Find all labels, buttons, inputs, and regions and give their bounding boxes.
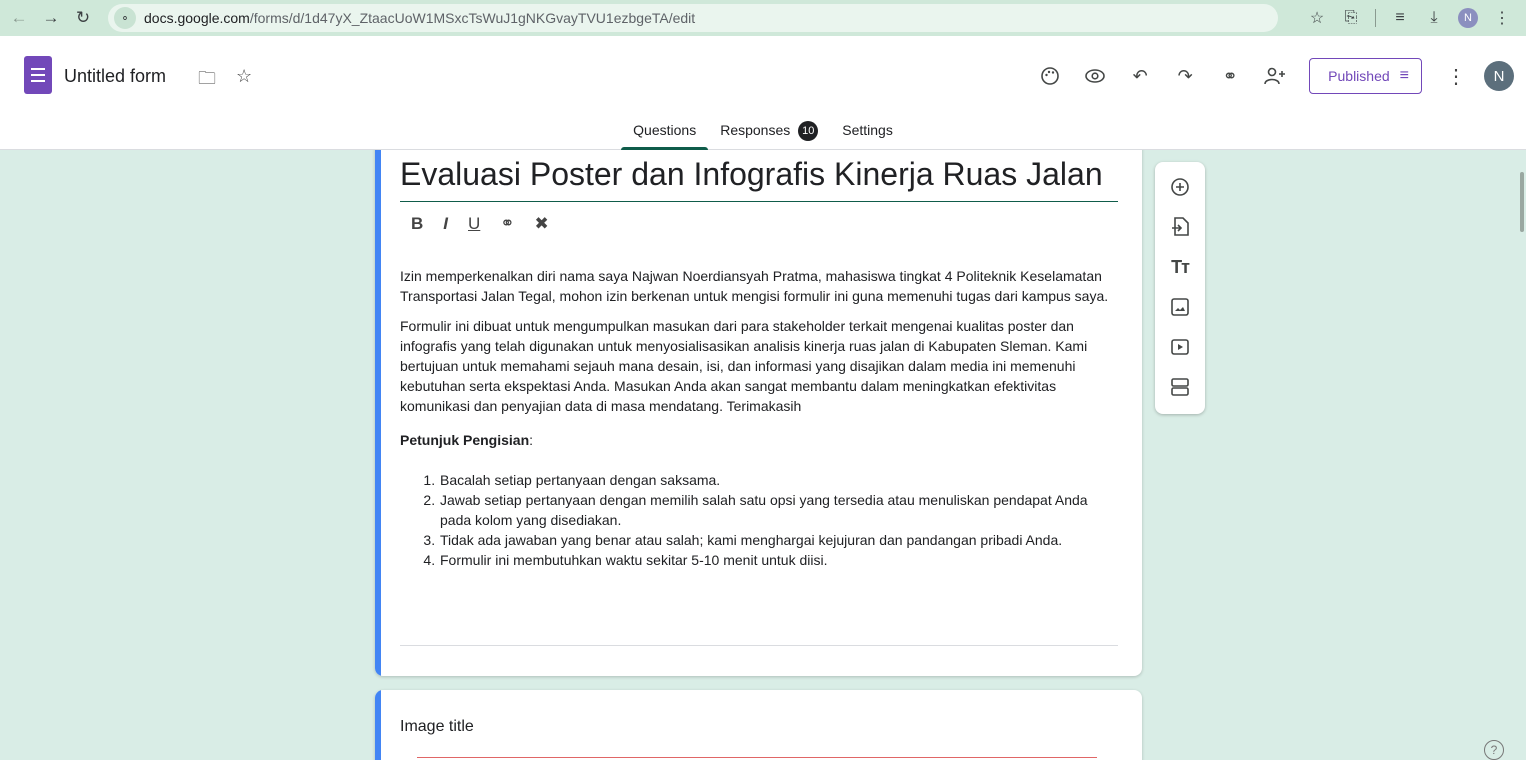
bold-icon[interactable]: B: [411, 214, 423, 234]
add-video-icon[interactable]: [1169, 336, 1191, 358]
extensions-icon[interactable]: ⎘: [1341, 9, 1361, 27]
form-editor-canvas: Evaluasi Poster dan Infografis Kinerja R…: [0, 150, 1526, 760]
undo-icon[interactable]: ↶: [1121, 57, 1159, 95]
tune-icon: ≡: [1399, 67, 1409, 84]
form-toolbar: ↶ ↷ ⚭ Published ≡ ⋮ N: [1031, 56, 1526, 96]
instructions-heading-colon: :: [529, 432, 534, 448]
floating-add-toolbar: Tт: [1155, 162, 1205, 414]
list-item: Jawab setiap pertanyaan dengan memilih s…: [439, 490, 1118, 530]
add-section-icon[interactable]: [1169, 376, 1191, 398]
instructions-heading: Petunjuk Pengisian:: [400, 430, 1118, 450]
add-title-icon[interactable]: Tт: [1169, 256, 1191, 278]
back-icon[interactable]: ←: [6, 5, 32, 31]
palette-icon[interactable]: [1031, 57, 1069, 95]
responses-count-badge: 10: [798, 121, 819, 141]
page-scrollbar[interactable]: [1520, 172, 1524, 232]
star-icon[interactable]: ☆: [236, 66, 252, 87]
insert-link-icon[interactable]: ⚭: [500, 214, 514, 234]
tab-label: Settings: [842, 122, 893, 138]
description-paragraph: Izin memperkenalkan diri nama saya Najwa…: [400, 268, 1109, 304]
image-placeholder-edge: [417, 757, 1097, 758]
media-control-icon[interactable]: ≡: [1390, 9, 1410, 27]
form-title-input[interactable]: Evaluasi Poster dan Infografis Kinerja R…: [400, 156, 1118, 202]
published-button[interactable]: Published ≡: [1309, 58, 1422, 94]
form-header-card[interactable]: Evaluasi Poster dan Infografis Kinerja R…: [375, 150, 1142, 676]
toolbar-divider: [1375, 9, 1376, 27]
redo-icon[interactable]: ↷: [1166, 57, 1204, 95]
underline-icon[interactable]: U: [468, 214, 480, 234]
image-title-input[interactable]: Image title: [400, 718, 474, 736]
description-paragraph: Formulir ini dibuat untuk mengumpulkan m…: [400, 318, 1088, 414]
tab-label: Questions: [633, 122, 697, 138]
form-doc-title[interactable]: Untitled form: [64, 66, 166, 87]
help-icon[interactable]: ?: [1484, 740, 1504, 760]
browser-profile-avatar[interactable]: N: [1458, 8, 1478, 28]
url-text[interactable]: docs.google.com/forms/d/1d47yX_ZtaacUoW1…: [144, 10, 695, 26]
tab-responses[interactable]: Responses 10: [708, 120, 830, 150]
browser-toolbar: ← → ↻ ⚬ docs.google.com/forms/d/1d47yX_Z…: [0, 0, 1526, 36]
image-item-card[interactable]: Image title: [375, 690, 1142, 760]
list-item: Formulir ini membutuhkan waktu sekitar 5…: [439, 550, 1118, 570]
description-underline: [400, 645, 1118, 646]
list-item: Bacalah setiap pertanyaan dengan saksama…: [439, 470, 1118, 490]
move-to-folder-icon[interactable]: 🗀: [198, 66, 216, 96]
tab-questions[interactable]: Questions: [621, 120, 709, 150]
italic-icon[interactable]: I: [443, 214, 448, 234]
tab-label: Responses: [720, 122, 791, 138]
add-collaborator-icon[interactable]: [1256, 57, 1294, 95]
url-host: docs.google.com: [144, 10, 250, 26]
account-avatar[interactable]: N: [1484, 61, 1514, 91]
more-options-icon[interactable]: ⋮: [1446, 64, 1466, 89]
instructions-list: Bacalah setiap pertanyaan dengan saksama…: [400, 470, 1118, 570]
import-questions-icon[interactable]: [1169, 216, 1191, 238]
forms-header: Untitled form 🗀 ☆ ↶ ↷ ⚭ Published ≡ ⋮ N …: [0, 36, 1526, 150]
link-icon[interactable]: ⚭: [1211, 57, 1249, 95]
reload-icon[interactable]: ↻: [70, 5, 96, 31]
form-tabs: Questions Responses 10 Settings: [0, 120, 1526, 150]
download-icon[interactable]: ⤓: [1424, 9, 1444, 27]
more-vert-icon[interactable]: ⋮: [1492, 8, 1512, 28]
form-description-input[interactable]: Izin memperkenalkan diri nama saya Najwa…: [400, 266, 1118, 570]
instructions-heading-bold: Petunjuk Pengisian: [400, 432, 530, 448]
list-item: Tidak ada jawaban yang benar atau salah;…: [439, 530, 1118, 550]
preview-eye-icon[interactable]: [1076, 57, 1114, 95]
address-bar[interactable]: ⚬ docs.google.com/forms/d/1d47yX_ZtaacUo…: [108, 4, 1278, 32]
card-accent: [375, 690, 381, 760]
forward-icon[interactable]: →: [38, 5, 64, 31]
tab-settings[interactable]: Settings: [830, 120, 905, 150]
clear-formatting-icon[interactable]: ✖: [535, 214, 549, 234]
url-path: /forms/d/1d47yX_ZtaacUoW1MSxcTsWuJ1gNKGv…: [249, 10, 696, 26]
google-forms-logo-icon[interactable]: [24, 56, 52, 94]
bookmark-star-icon[interactable]: ☆: [1307, 8, 1327, 28]
site-settings-icon[interactable]: ⚬: [114, 7, 136, 29]
add-question-icon[interactable]: [1169, 176, 1191, 198]
add-image-icon[interactable]: [1169, 296, 1191, 318]
published-label: Published: [1328, 68, 1390, 84]
active-card-accent: [375, 150, 381, 676]
formatting-toolbar: B I U ⚭ ✖: [411, 214, 549, 234]
